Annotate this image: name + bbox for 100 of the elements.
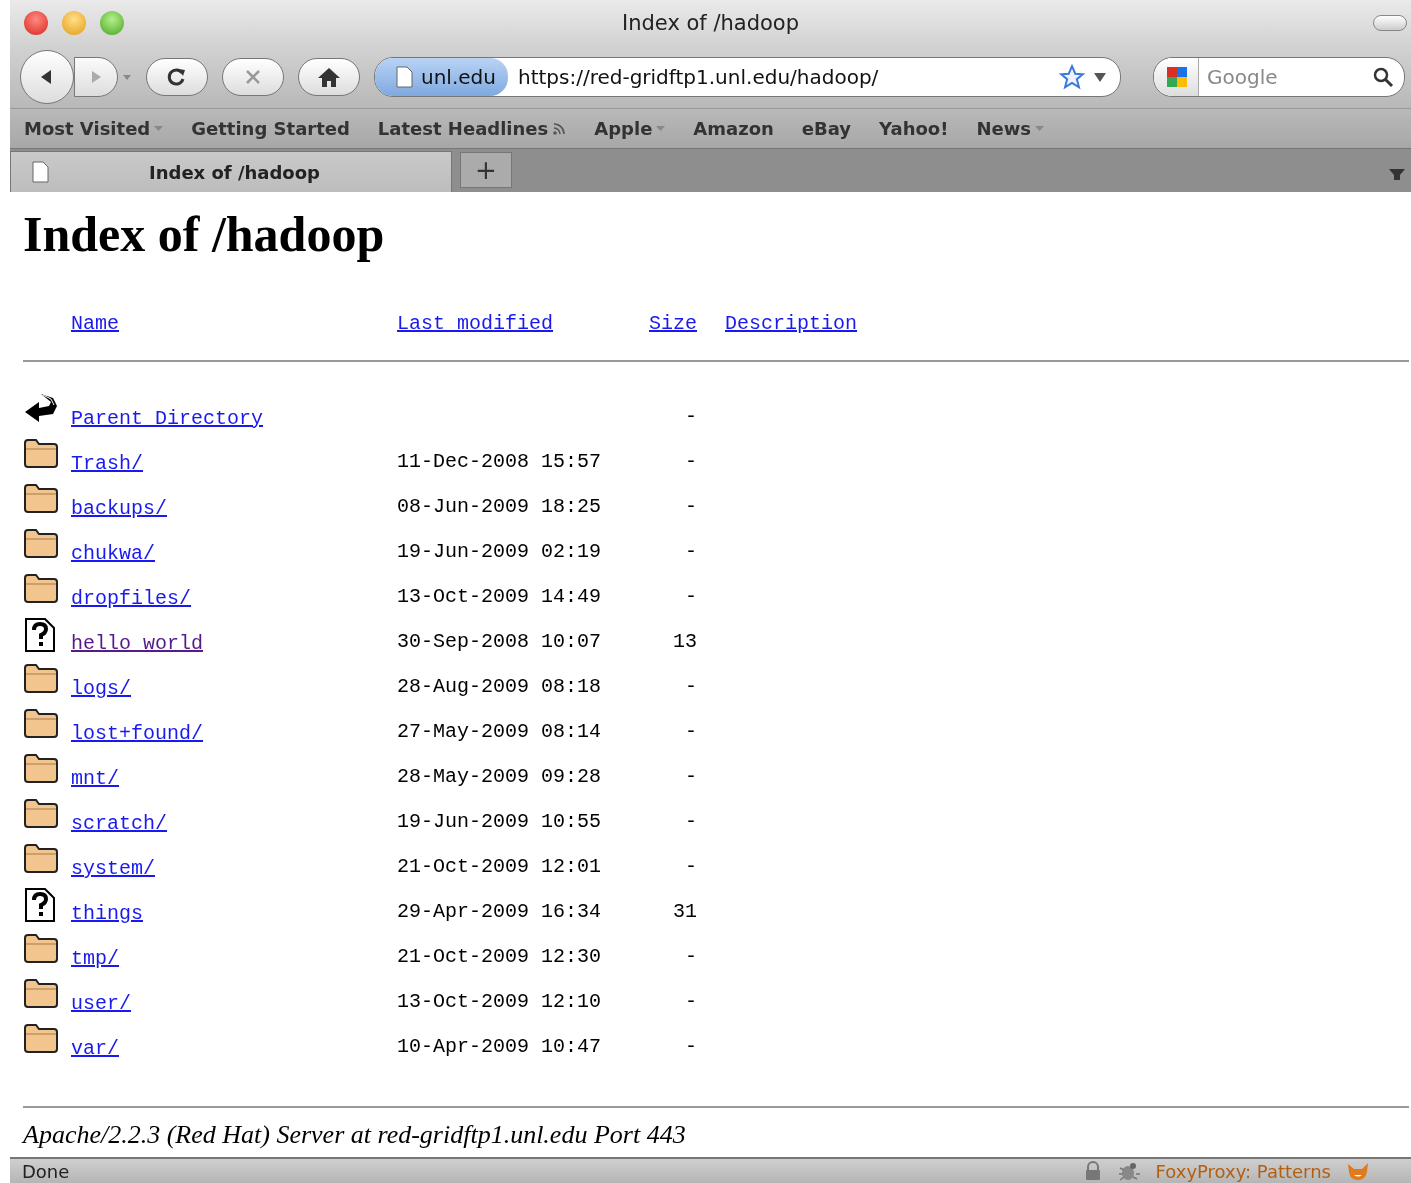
stop-button[interactable] bbox=[222, 58, 284, 96]
modified-date: 27-May-2009 08:14 bbox=[397, 720, 602, 743]
search-field[interactable]: Google bbox=[1199, 64, 1372, 90]
forward-button[interactable] bbox=[74, 57, 118, 97]
tab-list-icon[interactable] bbox=[1387, 166, 1407, 182]
bookmark-item[interactable]: Apple bbox=[594, 118, 666, 139]
folder-icon bbox=[23, 977, 59, 1009]
new-tab-button[interactable]: + bbox=[460, 152, 512, 188]
file-link[interactable]: Parent Directory bbox=[71, 407, 264, 430]
reload-icon bbox=[166, 66, 188, 88]
folder-icon bbox=[23, 752, 59, 784]
folder-icon bbox=[23, 842, 59, 874]
browser-tab[interactable]: Index of /hadoop bbox=[10, 151, 452, 192]
colored-squares-icon bbox=[1166, 66, 1188, 88]
bookmark-star-icon[interactable] bbox=[1058, 64, 1086, 90]
file-size: - bbox=[685, 585, 697, 608]
home-button[interactable] bbox=[298, 58, 360, 96]
caret-icon bbox=[656, 125, 666, 132]
url-text: https://red-gridftp1.unl.edu/hadoop/ bbox=[516, 65, 880, 89]
bookmark-item[interactable]: Getting Started bbox=[191, 118, 350, 139]
unknown-file-icon bbox=[23, 617, 57, 653]
modified-date: 21-Oct-2009 12:01 bbox=[397, 855, 602, 878]
toolbar-toggle-button[interactable] bbox=[1373, 15, 1407, 31]
modified-date: 29-Apr-2009 16:34 bbox=[397, 900, 602, 923]
column-header-link[interactable]: Description bbox=[725, 312, 858, 335]
search-engine-button[interactable] bbox=[1154, 58, 1199, 96]
folder-icon bbox=[23, 1022, 59, 1054]
file-link[interactable]: user/ bbox=[71, 992, 131, 1015]
file-size: - bbox=[685, 495, 697, 518]
file-link[interactable]: backups/ bbox=[71, 497, 167, 520]
modified-date: 19-Jun-2009 02:19 bbox=[397, 540, 602, 563]
page-icon bbox=[31, 161, 49, 183]
folder-icon bbox=[23, 437, 59, 469]
file-size: - bbox=[685, 810, 697, 833]
close-button[interactable] bbox=[24, 11, 48, 35]
bookmark-item[interactable]: Amazon bbox=[693, 118, 774, 139]
folder-icon bbox=[23, 662, 59, 694]
file-link[interactable]: hello world bbox=[71, 632, 204, 655]
file-size: - bbox=[685, 945, 697, 968]
file-size: - bbox=[685, 675, 697, 698]
server-signature: Apache/2.2.3 (Red Hat) Server at red-gridftp1.unl.edu Port 443 bbox=[23, 1120, 687, 1150]
caret-icon bbox=[154, 125, 164, 132]
search-icon[interactable] bbox=[1372, 66, 1394, 88]
file-size: - bbox=[685, 990, 697, 1013]
file-link[interactable]: system/ bbox=[71, 857, 155, 880]
unknown-file-icon bbox=[23, 887, 57, 923]
bookmark-item[interactable]: Latest Headlines bbox=[377, 118, 567, 139]
file-link[interactable]: logs/ bbox=[71, 677, 131, 700]
modified-date: 13-Oct-2009 12:10 bbox=[397, 990, 602, 1013]
modified-date: 30-Sep-2008 10:07 bbox=[397, 630, 602, 653]
file-link[interactable]: mnt/ bbox=[71, 767, 119, 790]
page-icon bbox=[395, 66, 413, 88]
file-size: 13 bbox=[673, 630, 697, 653]
reload-button[interactable] bbox=[146, 58, 208, 96]
modified-date: 13-Oct-2009 14:49 bbox=[397, 585, 602, 608]
modified-date: 28-Aug-2009 08:18 bbox=[397, 675, 602, 698]
file-size: 31 bbox=[673, 900, 697, 923]
file-size: - bbox=[685, 450, 697, 473]
folder-icon bbox=[23, 797, 59, 829]
column-header-link[interactable]: Size bbox=[649, 312, 697, 335]
modified-date: 28-May-2009 09:28 bbox=[397, 765, 602, 788]
back-button[interactable] bbox=[20, 50, 74, 104]
bookmark-item[interactable]: eBay bbox=[801, 118, 852, 139]
bookmark-item[interactable]: News bbox=[976, 118, 1045, 139]
modified-date: 11-Dec-2008 15:57 bbox=[397, 450, 602, 473]
site-identity-button[interactable]: unl.edu bbox=[375, 58, 508, 96]
page-heading: Index of /hadoop bbox=[23, 205, 386, 264]
modified-date: 10-Apr-2009 10:47 bbox=[397, 1035, 602, 1058]
file-link[interactable]: chukwa/ bbox=[71, 542, 155, 565]
bookmark-item[interactable]: Most Visited bbox=[24, 118, 164, 139]
window-title: Index of /hadoop bbox=[622, 11, 799, 35]
dropdown-caret-icon[interactable] bbox=[1092, 71, 1108, 83]
file-link[interactable]: things bbox=[71, 902, 143, 925]
file-link[interactable]: tmp/ bbox=[71, 947, 119, 970]
file-link[interactable]: dropfiles/ bbox=[71, 587, 192, 610]
file-size: - bbox=[685, 405, 697, 428]
file-size: - bbox=[685, 720, 697, 743]
file-size: - bbox=[685, 765, 697, 788]
column-header-link[interactable]: Last modified bbox=[397, 312, 554, 335]
file-size: - bbox=[685, 540, 697, 563]
column-header-link[interactable]: Name bbox=[71, 312, 119, 335]
bookmark-item[interactable]: Yahoo! bbox=[879, 118, 949, 139]
file-link[interactable]: var/ bbox=[71, 1037, 119, 1060]
file-link[interactable]: scratch/ bbox=[71, 812, 167, 835]
file-link[interactable]: lost+found/ bbox=[71, 722, 204, 745]
feed-icon bbox=[552, 121, 567, 136]
search-bar[interactable]: Google bbox=[1153, 57, 1405, 97]
caret-icon bbox=[1035, 125, 1045, 132]
file-size: - bbox=[685, 1035, 697, 1058]
status-text: Done bbox=[22, 1160, 70, 1182]
modified-date: 08-Jun-2009 18:25 bbox=[397, 495, 602, 518]
modified-date: 21-Oct-2009 12:30 bbox=[397, 945, 602, 968]
folder-icon bbox=[23, 932, 59, 964]
folder-icon bbox=[23, 707, 59, 739]
modified-date: 19-Jun-2009 10:55 bbox=[397, 810, 602, 833]
folder-icon bbox=[23, 572, 59, 604]
file-link[interactable]: Trash/ bbox=[71, 452, 143, 475]
file-size: - bbox=[685, 855, 697, 878]
address-bar[interactable]: unl.edu https://red-gridftp1.unl.edu/hadoop/ bbox=[374, 57, 1121, 97]
folder-icon bbox=[23, 527, 59, 559]
